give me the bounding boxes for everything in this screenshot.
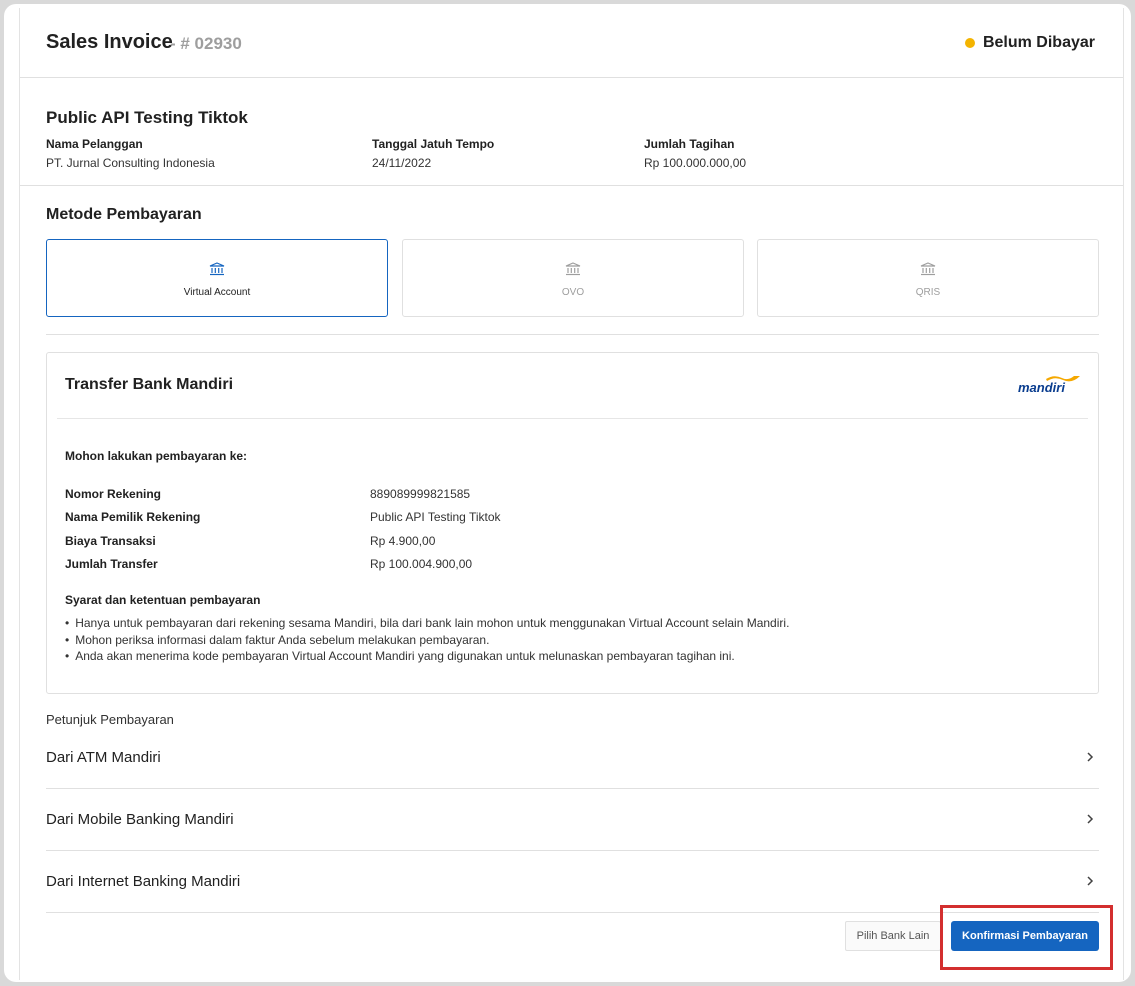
detail-label: Nama Pemilik Rekening [65, 510, 201, 524]
divider [46, 334, 1099, 335]
chevron-right-icon [1087, 876, 1094, 886]
info-customer: Nama Pelanggan PT. Jurnal Consulting Ind… [46, 137, 215, 170]
invoice-number: - # 02930 [170, 34, 242, 53]
accordion-mobile-banking[interactable]: Dari Mobile Banking Mandiri [46, 789, 1099, 851]
mandiri-logo-text: mandiri [1018, 380, 1065, 395]
info-label: Nama Pelanggan [46, 137, 143, 151]
status-label: Belum Dibayar [982, 34, 1095, 51]
bank-icon [209, 262, 225, 276]
method-virtual-account[interactable]: Virtual Account [46, 239, 388, 317]
method-ovo[interactable]: OVO [402, 239, 744, 317]
terms-item: Hanya untuk pembayaran dari rekening ses… [65, 615, 789, 632]
accordion-label: Dari ATM Mandiri [46, 749, 161, 766]
method-qris[interactable]: QRIS [757, 239, 1099, 317]
payment-request-text: Mohon lakukan pembayaran ke: [65, 449, 248, 463]
divider [57, 418, 1088, 419]
info-value: 24/11/2022 [372, 156, 432, 170]
detail-value: Rp 100.004.900,00 [370, 557, 473, 571]
accordion-atm[interactable]: Dari ATM Mandiri [46, 727, 1099, 789]
detail-label: Jumlah Transfer [65, 557, 158, 571]
method-label: Virtual Account [183, 287, 251, 298]
method-label: QRIS [915, 287, 941, 298]
invoice-panel: Sales Invoice - # 02930 Belum Dibayar Pu… [19, 8, 1124, 980]
info-value: PT. Jurnal Consulting Indonesia [46, 156, 215, 170]
terms-list: Hanya untuk pembayaran dari rekening ses… [65, 615, 789, 665]
accordion-label: Dari Internet Banking Mandiri [46, 873, 241, 890]
terms-item: Mohon periksa informasi dalam faktur And… [65, 632, 789, 649]
detail-value: Public API Testing Tiktok [370, 510, 501, 524]
status-dot-icon [964, 38, 975, 48]
info-value: Rp 100.000.000,00 [644, 156, 747, 170]
chevron-right-icon [1087, 752, 1094, 762]
accordion-label: Dari Mobile Banking Mandiri [46, 811, 234, 828]
bank-icon [920, 262, 936, 276]
accordion-internet-banking[interactable]: Dari Internet Banking Mandiri [46, 851, 1099, 913]
detail-value: 889089999821585 [370, 487, 471, 501]
info-due-date: Tanggal Jatuh Tempo 24/11/2022 [372, 137, 494, 170]
page-title: Sales Invoice [46, 31, 173, 53]
bank-transfer-card: Transfer Bank Mandiri mandiri Mohon laku… [46, 352, 1099, 694]
terms-item: Anda akan menerima kode pembayaran Virtu… [65, 648, 789, 665]
bank-transfer-title: Transfer Bank Mandiri [65, 376, 234, 393]
detail-label: Biaya Transaksi [65, 534, 156, 548]
info-label: Jumlah Tagihan [644, 137, 735, 151]
bank-icon [565, 262, 581, 276]
detail-value: Rp 4.900,00 [370, 534, 436, 548]
info-amount: Jumlah Tagihan Rp 100.000.000,00 [644, 137, 746, 170]
choose-other-bank-button[interactable]: Pilih Bank Lain [845, 921, 941, 951]
payment-method-title: Metode Pembayaran [46, 206, 202, 223]
detail-label: Nomor Rekening [65, 487, 162, 501]
payment-guide-title: Petunjuk Pembayaran [46, 712, 174, 727]
window-frame: Sales Invoice - # 02930 Belum Dibayar Pu… [4, 4, 1131, 982]
method-label: OVO [561, 287, 585, 298]
info-label: Tanggal Jatuh Tempo [372, 137, 495, 151]
chevron-right-icon [1087, 814, 1094, 824]
mandiri-logo: mandiri [1018, 376, 1080, 395]
status-badge: Belum Dibayar [964, 34, 1095, 52]
customer-section: Public API Testing Tiktok Nama Pelanggan… [20, 78, 1123, 186]
customer-name: Public API Testing Tiktok [46, 108, 248, 127]
highlight-box [940, 905, 1113, 970]
invoice-header: Sales Invoice - # 02930 Belum Dibayar [20, 8, 1123, 78]
terms-title: Syarat dan ketentuan pembayaran [65, 593, 261, 607]
